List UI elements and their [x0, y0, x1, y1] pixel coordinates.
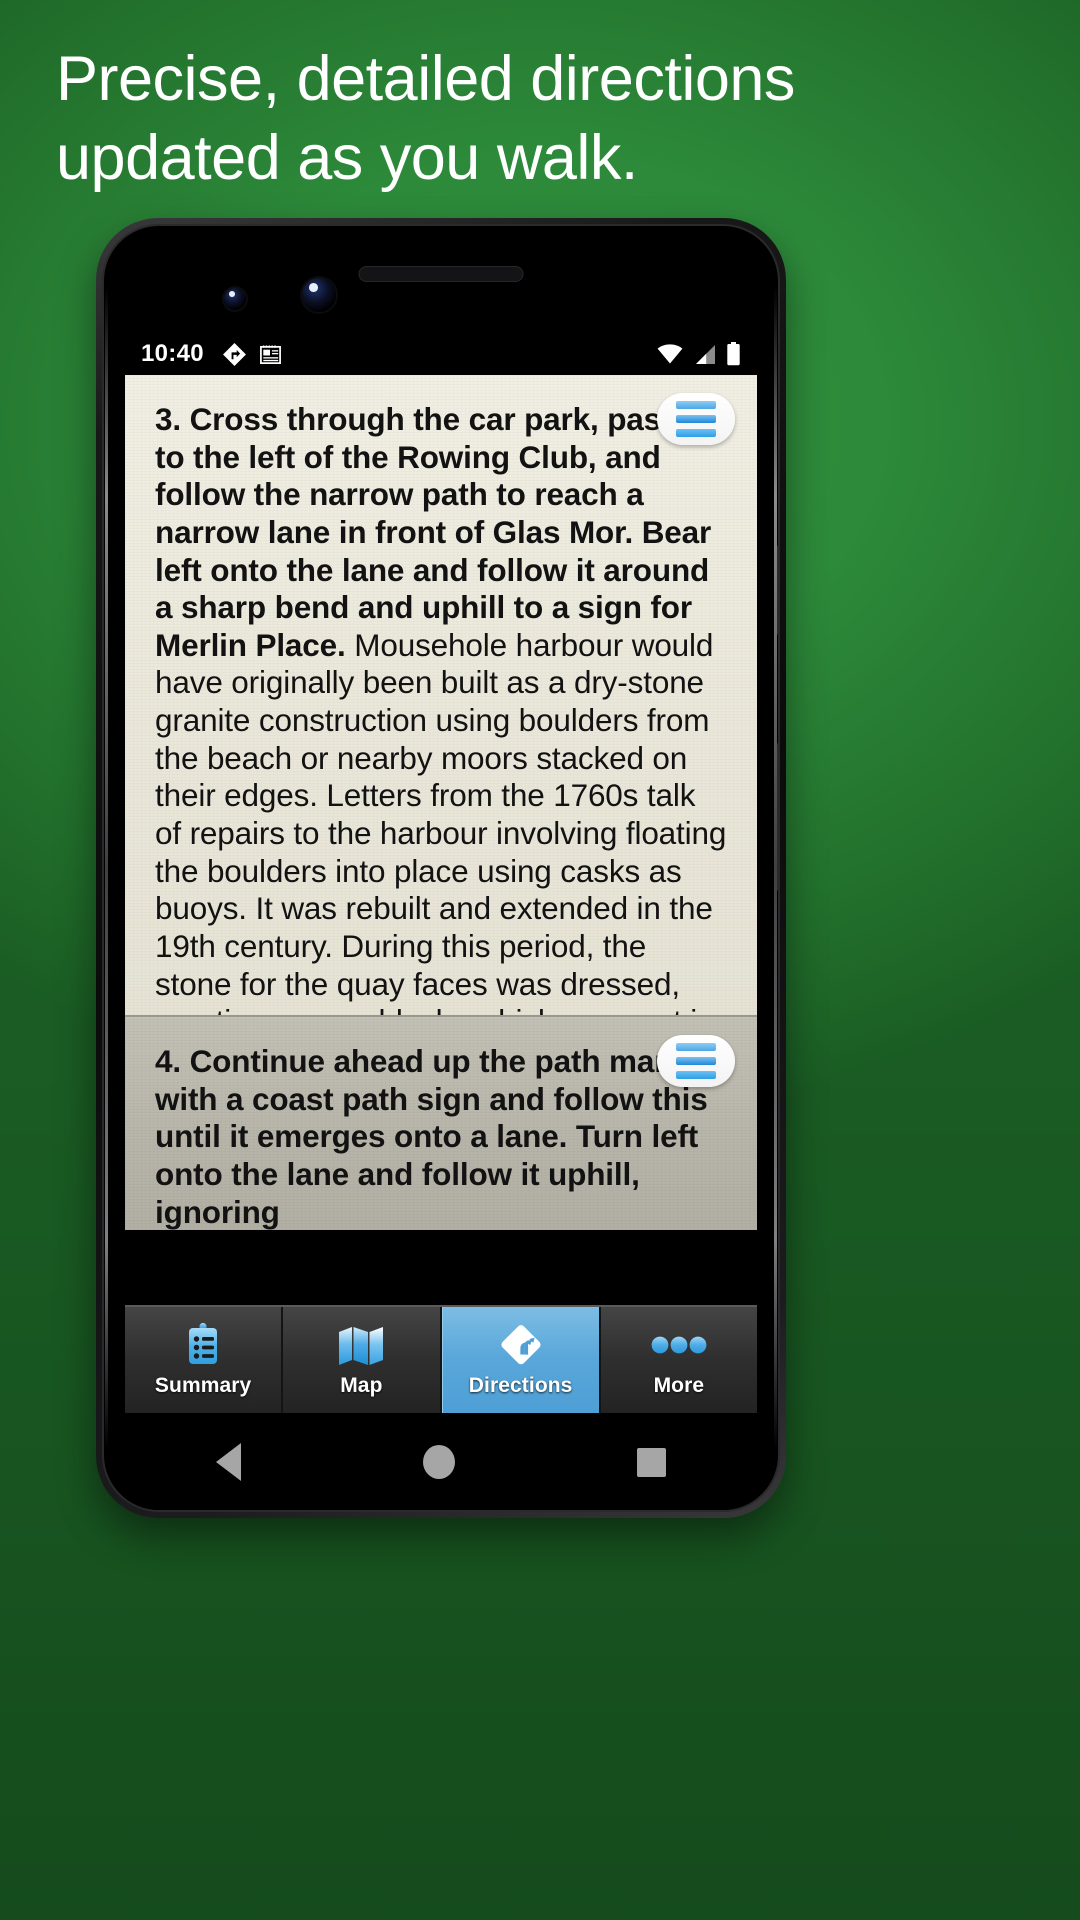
direction-card-step-4[interactable]: 4. Continue ahead up the path marked wit…	[125, 1015, 757, 1230]
directions-icon	[499, 1322, 543, 1368]
phone-screen: 10:40 3. Cross through the car park, pas…	[125, 333, 757, 1413]
cell-signal-icon	[692, 344, 717, 365]
status-bar: 10:40	[125, 333, 757, 375]
step-3-list-lines-icon[interactable]	[657, 393, 735, 445]
tab-map-label: Map	[340, 1374, 383, 1397]
map-icon	[338, 1322, 384, 1368]
wifi-icon	[657, 344, 683, 364]
list-line-1	[676, 1043, 716, 1051]
direction-card-step-3[interactable]: 3. Cross through the car park, passing t…	[125, 375, 757, 1015]
phone-device-frame: 10:40 3. Cross through the car park, pas…	[96, 218, 786, 1518]
home-icon[interactable]	[423, 1445, 455, 1479]
list-line-2	[676, 415, 716, 423]
step-3-description: Mousehole harbour would have originally …	[155, 626, 727, 1015]
battery-icon	[726, 342, 741, 366]
phone-body: 10:40 3. Cross through the car park, pas…	[102, 224, 780, 1512]
directions-list[interactable]: 3. Cross through the car park, passing t…	[125, 375, 757, 1413]
list-line-3	[676, 1071, 716, 1079]
ellipsis-icon	[651, 1322, 707, 1368]
tab-more[interactable]: More	[600, 1307, 757, 1413]
back-icon[interactable]	[216, 1443, 241, 1481]
front-camera-secondary	[224, 288, 246, 310]
volume-button[interactable]	[777, 742, 778, 892]
bottom-tab-bar[interactable]: Summary Map Directions More	[125, 1305, 757, 1413]
step-3-instruction: 3. Cross through the car park, passing t…	[155, 401, 726, 663]
step-4-list-lines-icon[interactable]	[657, 1035, 735, 1087]
android-navigation-bar[interactable]	[125, 1413, 757, 1510]
tab-directions-label: Directions	[468, 1374, 573, 1397]
tab-summary[interactable]: Summary	[125, 1307, 284, 1413]
clipboard-icon	[183, 1322, 223, 1368]
navigation-badge-icon	[222, 342, 247, 367]
note-icon	[259, 343, 282, 366]
tab-more-label: More	[653, 1374, 705, 1397]
status-bar-system-icons	[657, 342, 741, 366]
phone-edge-highlight-right	[774, 286, 777, 1450]
step-3-text: 3. Cross through the car park, passing t…	[155, 401, 727, 1015]
status-bar-notification-icons	[222, 342, 282, 367]
list-line-1	[676, 401, 716, 409]
earpiece-speaker	[358, 266, 524, 282]
step-4-instruction: 4. Continue ahead up the path marked wit…	[155, 1043, 721, 1230]
front-camera-primary	[302, 278, 336, 312]
power-button[interactable]	[777, 544, 778, 636]
status-bar-clock: 10:40	[141, 340, 204, 367]
tab-map[interactable]: Map	[283, 1307, 442, 1413]
list-line-2	[676, 1057, 716, 1065]
tab-directions[interactable]: Directions	[441, 1307, 601, 1413]
recents-icon[interactable]	[637, 1447, 666, 1477]
list-line-3	[676, 429, 716, 437]
tab-summary-label: Summary	[154, 1374, 252, 1397]
promo-headline: Precise, detailed directions updated as …	[56, 44, 795, 194]
phone-edge-highlight-left	[105, 286, 108, 1450]
